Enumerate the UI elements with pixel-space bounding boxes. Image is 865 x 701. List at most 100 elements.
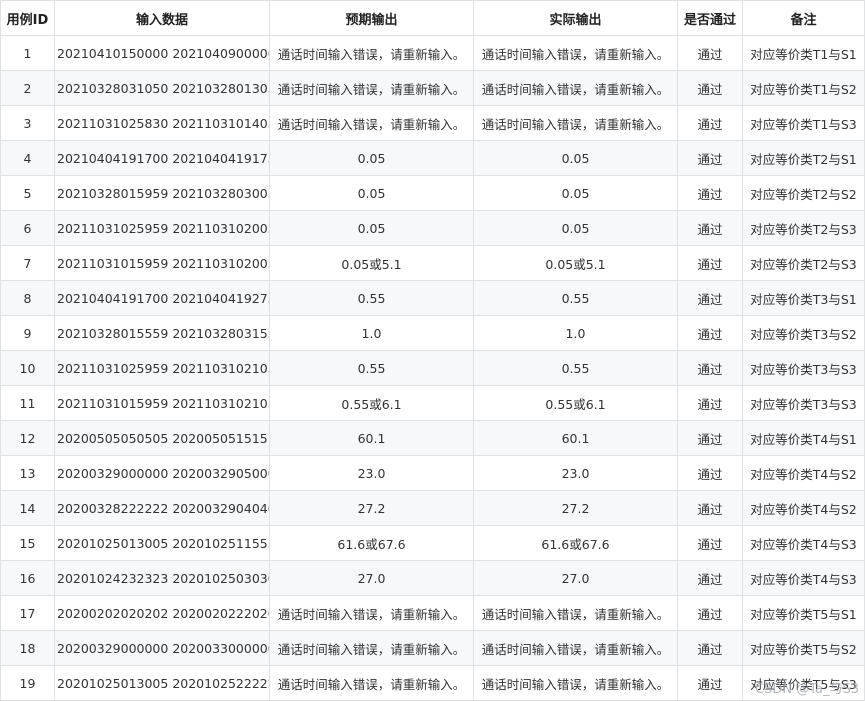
remark-cell: 对应等价类T2与S3	[742, 210, 865, 246]
input-data-cell: 20200505050505 20200505151515	[54, 420, 270, 456]
case-id-cell: 12	[0, 420, 55, 456]
column-header-actual: 实际输出	[473, 0, 678, 36]
pass-status-cell: 通过	[677, 665, 743, 701]
case-id-cell: 4	[0, 140, 55, 176]
expected-output-cell: 23.0	[269, 455, 474, 491]
actual-output-cell: 61.6或67.6	[473, 525, 678, 561]
expected-output-cell: 0.55或6.1	[269, 385, 474, 421]
expected-output-cell: 27.2	[269, 490, 474, 526]
column-header-expected: 预期输出	[269, 0, 474, 36]
expected-output-cell: 60.1	[269, 420, 474, 456]
input-data-cell: 20200328222222 20200329040404	[54, 490, 270, 526]
column-header-pass: 是否通过	[677, 0, 743, 36]
table-row: 17 20200202020202 20200202220203 通话时间输入错误，…	[0, 595, 865, 631]
input-data-cell: 20211031025959 20211031021030	[54, 350, 270, 386]
actual-output-cell: 0.55或6.1	[473, 385, 678, 421]
remark-cell: 对应等价类T1与S3	[742, 105, 865, 141]
pass-status-cell: 通过	[677, 175, 743, 211]
input-data-cell: 20201025013005 20201025115555	[54, 525, 270, 561]
expected-output-cell: 通话时间输入错误，请重新输入。	[269, 665, 474, 701]
expected-output-cell: 0.05	[269, 140, 474, 176]
case-id-cell: 1	[0, 35, 55, 71]
case-id-cell: 2	[0, 70, 55, 106]
remark-cell: 对应等价类T2与S1	[742, 140, 865, 176]
actual-output-cell: 23.0	[473, 455, 678, 491]
remark-cell: 对应等价类T1与S1	[742, 35, 865, 71]
case-id-cell: 10	[0, 350, 55, 386]
actual-output-cell: 0.05或5.1	[473, 245, 678, 281]
table-row: 8 20210404191700 20210404192730 0.55 0.55 通过…	[0, 280, 865, 316]
remark-cell: 对应等价类T3与S1	[742, 280, 865, 316]
expected-output-cell: 0.05或5.1	[269, 245, 474, 281]
remark-cell: 对应等价类T4与S1	[742, 420, 865, 456]
input-data-cell: 20210328031050 20210328013030	[54, 70, 270, 106]
actual-output-cell: 0.55	[473, 350, 678, 386]
table-row: 14 20200328222222 20200329040404 27.2 27.2 通…	[0, 490, 865, 526]
pass-status-cell: 通过	[677, 420, 743, 456]
table-row: 2 20210328031050 20210328013030 通话时间输入错误，请…	[0, 70, 865, 106]
column-header-remark: 备注	[742, 0, 865, 36]
case-id-cell: 17	[0, 595, 55, 631]
table-row: 6 20211031025959 20211031020030 0.05 0.05 通过…	[0, 210, 865, 246]
pass-status-cell: 通过	[677, 385, 743, 421]
remark-cell: 对应等价类T4与S2	[742, 490, 865, 526]
expected-output-cell: 61.6或67.6	[269, 525, 474, 561]
pass-status-cell: 通过	[677, 350, 743, 386]
expected-output-cell: 通话时间输入错误，请重新输入。	[269, 70, 474, 106]
expected-output-cell: 1.0	[269, 315, 474, 351]
input-data-cell: 20210404191700 20210404192730	[54, 280, 270, 316]
table-row: 4 20210404191700 20210404191730 0.05 0.05 通过…	[0, 140, 865, 176]
actual-output-cell: 0.05	[473, 140, 678, 176]
remark-cell: 对应等价类T4与S3	[742, 525, 865, 561]
case-id-cell: 14	[0, 490, 55, 526]
pass-status-cell: 通过	[677, 630, 743, 666]
table-row: 11 20211031015959 20211031021030 0.55或6.1 0…	[0, 385, 865, 421]
actual-output-cell: 通话时间输入错误，请重新输入。	[473, 595, 678, 631]
actual-output-cell: 27.2	[473, 490, 678, 526]
remark-cell: 对应等价类T3与S3	[742, 350, 865, 386]
expected-output-cell: 通话时间输入错误，请重新输入。	[269, 105, 474, 141]
expected-output-cell: 通话时间输入错误，请重新输入。	[269, 35, 474, 71]
case-id-cell: 6	[0, 210, 55, 246]
table-body: 1 20210410150000 20210409000000 通话时间输入错误，请…	[0, 35, 865, 701]
case-id-cell: 16	[0, 560, 55, 596]
input-data-cell: 20210328015959 20210328030030	[54, 175, 270, 211]
actual-output-cell: 通话时间输入错误，请重新输入。	[473, 665, 678, 701]
table-row: 18 20200329000000 20200330000000 通话时间输入错误，…	[0, 630, 865, 666]
table-row: 7 20211031015959 20211031020030 0.05或5.1 0.…	[0, 245, 865, 281]
remark-cell: 对应等价类T4与S2	[742, 455, 865, 491]
table-row: 3 20211031025830 20211031014059 通话时间输入错误，请…	[0, 105, 865, 141]
actual-output-cell: 0.05	[473, 175, 678, 211]
expected-output-cell: 0.05	[269, 210, 474, 246]
pass-status-cell: 通过	[677, 280, 743, 316]
expected-output-cell: 0.55	[269, 280, 474, 316]
case-id-cell: 9	[0, 315, 55, 351]
remark-cell: 对应等价类T5与S2	[742, 630, 865, 666]
remark-cell: 对应等价类T5与S1	[742, 595, 865, 631]
case-id-cell: 7	[0, 245, 55, 281]
remark-cell: 对应等价类T3与S3	[742, 385, 865, 421]
pass-status-cell: 通过	[677, 560, 743, 596]
remark-cell: 对应等价类T2与S2	[742, 175, 865, 211]
pass-status-cell: 通过	[677, 35, 743, 71]
input-data-cell: 20211031025959 20211031020030	[54, 210, 270, 246]
input-data-cell: 20211031015959 20211031020030	[54, 245, 270, 281]
input-data-cell: 20201025013005 20201025222222	[54, 665, 270, 701]
pass-status-cell: 通过	[677, 595, 743, 631]
table-header: 用例ID 输入数据 预期输出 实际输出 是否通过 备注	[0, 0, 865, 36]
case-id-cell: 8	[0, 280, 55, 316]
input-data-cell: 20200329000000 20200329050000	[54, 455, 270, 491]
input-data-cell: 20200329000000 20200330000000	[54, 630, 270, 666]
pass-status-cell: 通过	[677, 455, 743, 491]
table-row: 10 20211031025959 20211031021030 0.55 0.55 通…	[0, 350, 865, 386]
actual-output-cell: 通话时间输入错误，请重新输入。	[473, 630, 678, 666]
pass-status-cell: 通过	[677, 210, 743, 246]
table-row: 1 20210410150000 20210409000000 通话时间输入错误，请…	[0, 35, 865, 71]
case-id-cell: 18	[0, 630, 55, 666]
table-row: 15 20201025013005 20201025115555 61.6或67.6…	[0, 525, 865, 561]
input-data-cell: 20210328015559 20210328031530	[54, 315, 270, 351]
input-data-cell: 20201024232323 20201025030303	[54, 560, 270, 596]
table-row: 9 20210328015559 20210328031530 1.0 1.0 通过 对应…	[0, 315, 865, 351]
actual-output-cell: 通话时间输入错误，请重新输入。	[473, 70, 678, 106]
expected-output-cell: 0.05	[269, 175, 474, 211]
